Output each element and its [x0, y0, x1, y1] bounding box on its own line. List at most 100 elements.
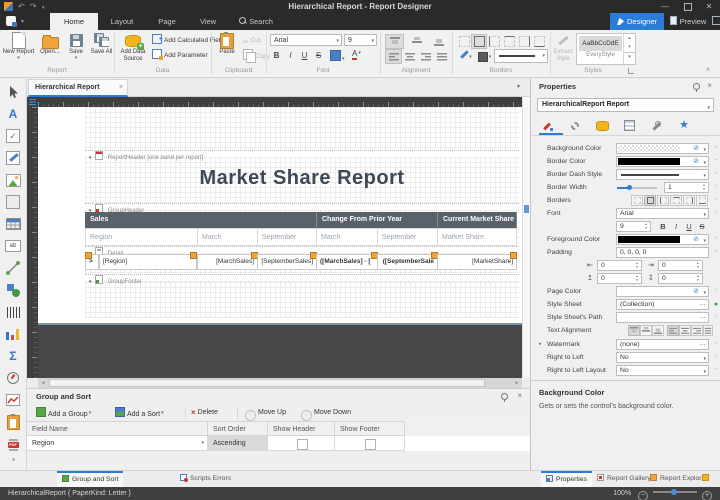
designer-view-button[interactable]: Designer	[610, 13, 664, 30]
open-button[interactable]: Open...	[37, 32, 63, 56]
add-a-sort-button[interactable]: Add a Sort▾	[115, 406, 164, 420]
smart-tag-icon[interactable]	[85, 252, 92, 259]
add-a-group-button[interactable]: Add a Group▾	[36, 406, 91, 420]
close-button[interactable]: ✕	[698, 0, 720, 13]
align-left-button[interactable]	[385, 49, 402, 64]
detail-cell-change-march[interactable]: ([MarchSales] - [	[316, 254, 378, 270]
valign-top-button[interactable]	[628, 325, 640, 336]
tool-sparkline[interactable]	[5, 392, 21, 408]
background-color-editor[interactable]: ⊘▾	[616, 143, 709, 154]
border-width-slider[interactable]	[617, 187, 657, 189]
border-all-button[interactable]	[471, 34, 487, 49]
align-center-button[interactable]	[401, 49, 418, 64]
zoom-out-icon[interactable]: −	[638, 491, 648, 500]
table-header-market-share[interactable]: Current Market Share	[438, 212, 517, 228]
font-strikeout-button[interactable]: S	[696, 221, 708, 232]
maximize-button[interactable]	[676, 0, 698, 13]
zoom-slider[interactable]	[653, 491, 697, 493]
selected-control-combo[interactable]: HierarchicalReport Report▾	[537, 98, 714, 112]
tool-table[interactable]	[5, 216, 21, 232]
tool-barcode[interactable]	[5, 304, 21, 320]
align-bottom-button[interactable]	[429, 34, 448, 49]
halign-right-button[interactable]	[691, 325, 703, 336]
halign-left-button[interactable]	[667, 325, 679, 336]
spinner-icons[interactable]: ▴▾	[643, 222, 649, 231]
group-header-band-strip[interactable]: ▾ GroupHeader	[85, 203, 519, 211]
toolbox-overflow-icon[interactable]	[12, 458, 15, 461]
scroll-right-icon[interactable]: ▸	[512, 378, 522, 388]
zoom-slider-thumb[interactable]	[671, 489, 677, 495]
font-underline-button[interactable]: U	[683, 221, 695, 232]
align-justify-button[interactable]	[433, 49, 450, 64]
tool-rich-text[interactable]	[5, 150, 21, 166]
detail-drilldown-cell[interactable]: >	[85, 254, 99, 270]
font-bold-button[interactable]: B	[657, 221, 669, 232]
column-header-march[interactable]: March	[197, 228, 258, 246]
delete-button[interactable]: ×Delete	[191, 406, 218, 420]
group-footer-band-strip[interactable]: ▾ GroupFooter	[85, 274, 519, 282]
border-width-spinner[interactable]: 1 ▴▾	[664, 182, 709, 193]
bold-button[interactable]: B	[270, 49, 283, 62]
border-none-button[interactable]	[456, 34, 472, 49]
horizontal-ruler[interactable]	[38, 97, 522, 107]
tool-panel[interactable]	[5, 194, 21, 210]
gallery-scroll-rail[interactable]: ▴ ▾ ▾	[623, 34, 635, 64]
borders-top-button[interactable]	[670, 195, 682, 206]
report-page[interactable]: ▾ ReportHeader [one band per report] Mar…	[38, 107, 522, 325]
font-name-combo[interactable]: Arial▾	[616, 208, 709, 219]
cut-button[interactable]: ✂Cut	[243, 34, 261, 47]
border-dash-style-combo[interactable]: ▾	[616, 169, 709, 180]
detail-cell-change-september[interactable]: ([SeptemberSale	[377, 254, 438, 270]
font-name-combo[interactable]: Arial▾	[270, 34, 342, 46]
align-top-button[interactable]	[385, 34, 404, 49]
align-middle-button[interactable]	[407, 34, 426, 49]
design-grid[interactable]: ▾ ReportHeader [one band per report] Mar…	[85, 107, 519, 318]
column-header-region[interactable]: Region	[85, 228, 198, 246]
highlight-color-button[interactable]: ▾	[330, 50, 345, 63]
scripts-view-button[interactable]: Scripts	[712, 13, 720, 30]
col-show-header[interactable]: Show Header	[268, 421, 335, 436]
preview-view-button[interactable]: Preview	[664, 13, 712, 30]
detail-cell-march-sales[interactable]: [MarchSales]	[197, 254, 258, 270]
show-header-checkbox[interactable]	[297, 439, 308, 450]
styles-gallery[interactable]: AaBbCcDdE EveryStyle ▴ ▾ ▾	[576, 33, 636, 65]
borders-none-button[interactable]	[631, 195, 643, 206]
border-right-button[interactable]	[516, 34, 532, 49]
zoom-in-icon[interactable]: +	[702, 491, 712, 500]
tool-shape[interactable]	[5, 282, 21, 298]
tab-overflow-icon[interactable]: ▾	[517, 83, 520, 90]
border-fill-button[interactable]: ▾	[475, 49, 494, 64]
move-up-button[interactable]: ↑Move Up	[245, 406, 286, 420]
border-color-editor[interactable]: ⊘▾	[616, 156, 709, 167]
font-color-button[interactable]: A▾	[352, 49, 361, 62]
document-tab[interactable]: Hierarchical Report ×	[28, 79, 128, 97]
tool-check-box[interactable]: ✓	[5, 128, 21, 144]
borders-all-button[interactable]	[644, 195, 656, 206]
detail-cell-market-share[interactable]: [MarketShare]	[437, 254, 517, 270]
style-preview-item[interactable]: AaBbCcDdE	[579, 36, 622, 51]
tab-tools[interactable]	[645, 118, 667, 133]
group-sort-row[interactable]: Region▾ Ascending	[27, 436, 530, 451]
column-header-market-share[interactable]: Market Share	[437, 228, 517, 246]
extract-style-button[interactable]: Extract Style	[552, 32, 574, 63]
tab-search[interactable]: Search	[228, 13, 284, 30]
close-panel-icon[interactable]: ×	[707, 82, 712, 90]
font-size-spinner[interactable]: 9 ▴▾	[616, 221, 651, 232]
tab-favorites[interactable]: ★	[673, 118, 695, 133]
detail-band-strip[interactable]: ▾ Detail	[85, 246, 519, 254]
minimize-button[interactable]: —	[654, 0, 676, 13]
padding-right-spinner[interactable]: 0▴▾	[658, 260, 703, 271]
application-menu-button[interactable]: ▾	[6, 16, 30, 27]
scroll-left-icon[interactable]: ◂	[38, 378, 48, 388]
collapse-caret-icon[interactable]: ▾	[89, 279, 92, 285]
watermark-editor[interactable]: (none) …	[616, 339, 709, 350]
slider-thumb[interactable]	[627, 185, 632, 190]
border-line-style-combo[interactable]: ▾	[494, 49, 548, 63]
font-italic-button[interactable]: I	[670, 221, 682, 232]
tool-label[interactable]: A	[5, 106, 21, 122]
new-report-button[interactable]: New Report▾	[0, 32, 37, 61]
tab-behavior[interactable]	[564, 118, 586, 133]
border-left-button[interactable]	[486, 34, 502, 49]
tab-field-list[interactable]: Field List	[697, 471, 720, 487]
smart-tag-icon[interactable]	[190, 252, 197, 259]
